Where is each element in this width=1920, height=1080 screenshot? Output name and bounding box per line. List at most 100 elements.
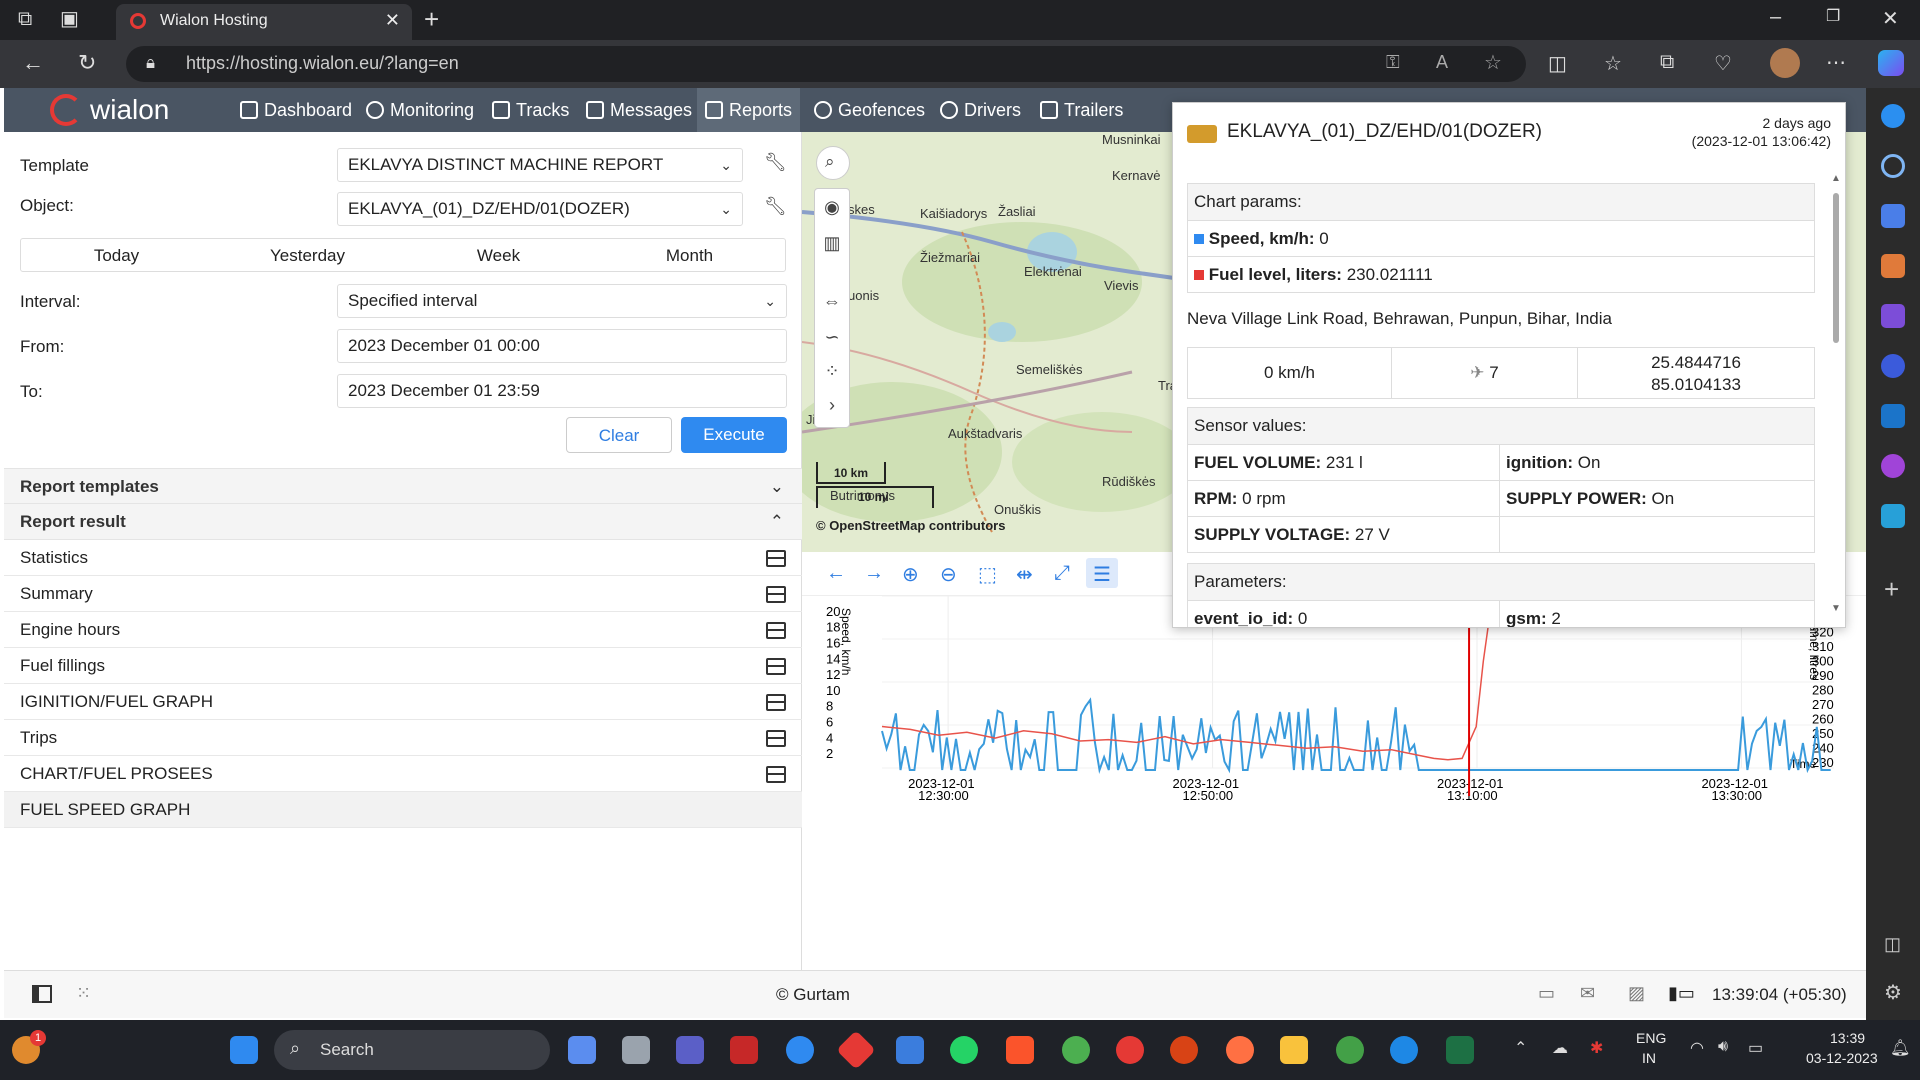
teams-icon[interactable] — [676, 1036, 704, 1064]
lang-top[interactable]: ENG — [1636, 1030, 1666, 1046]
nav-drivers[interactable]: Drivers — [932, 88, 1029, 132]
edge-icon[interactable] — [1390, 1036, 1418, 1064]
zoom-out-icon[interactable]: ⊖ — [940, 562, 957, 587]
excel-icon[interactable] — [1446, 1036, 1474, 1064]
route-icon[interactable]: ∽ — [817, 327, 847, 348]
map-layers-icon[interactable]: ▥ — [817, 233, 847, 254]
lang-bottom[interactable]: IN — [1642, 1050, 1656, 1066]
nav-monitoring[interactable]: Monitoring — [358, 88, 482, 132]
layout-icon[interactable]: ▮▭ — [1668, 983, 1695, 1004]
tray-app-icon[interactable]: ✱ — [1590, 1038, 1603, 1058]
key-icon[interactable]: ⚿ — [1386, 52, 1400, 73]
arrow-right-icon[interactable]: → — [864, 562, 884, 585]
result-engine-hours[interactable]: Engine hours — [4, 612, 802, 648]
opera-gx-icon[interactable] — [1170, 1036, 1198, 1064]
table-icon[interactable] — [766, 658, 786, 675]
period-yesterday[interactable]: Yesterday — [212, 239, 403, 273]
expand-right-icon[interactable]: › — [817, 395, 847, 416]
copilot-icon[interactable] — [1878, 50, 1904, 76]
result-summary[interactable]: Summary — [4, 576, 802, 612]
period-today[interactable]: Today — [21, 239, 212, 273]
tray-chevron-icon[interactable]: ⌃ — [1514, 1038, 1527, 1058]
maximize-icon[interactable]: ❐ — [1826, 6, 1840, 26]
nav-dashboard[interactable]: Dashboard — [232, 88, 360, 132]
nodes-icon[interactable]: ⁘ — [817, 361, 847, 382]
send-icon[interactable] — [1881, 504, 1905, 528]
profile-avatar[interactable] — [1770, 48, 1800, 78]
eye-icon[interactable]: ◉ — [817, 197, 847, 218]
mail-icon[interactable]: ✉ — [1580, 983, 1595, 1004]
back-icon[interactable]: ← — [22, 50, 44, 76]
template-wrench-icon[interactable]: 🔧︎ — [764, 152, 787, 173]
nav-tracks[interactable]: Tracks — [484, 88, 577, 132]
result-ignition-fuel-graph[interactable]: IGINITION/FUEL GRAPH — [4, 684, 802, 720]
result-fuel-fillings[interactable]: Fuel fillings — [4, 648, 802, 684]
briefcase-icon[interactable] — [1881, 254, 1905, 278]
read-aloud-icon[interactable]: A — [1436, 52, 1448, 73]
zoom-x-icon[interactable]: ⇹ — [1016, 562, 1033, 587]
interval-select[interactable]: Specified interval ⌄ — [337, 284, 787, 318]
nav-geofences[interactable]: Geofences — [806, 88, 933, 132]
file-explorer-icon[interactable] — [1280, 1036, 1308, 1064]
help-icon[interactable] — [786, 1036, 814, 1064]
anydesk-icon[interactable] — [836, 1030, 876, 1070]
tab-actions-icon[interactable]: ▣ — [60, 6, 79, 31]
windows-start-icon[interactable] — [230, 1036, 258, 1064]
chart-area[interactable]: Speed, km/hFuel level, liters24681012141… — [802, 596, 1866, 970]
new-tab-icon[interactable]: + — [424, 4, 439, 35]
games-icon[interactable] — [1881, 304, 1905, 328]
ruler-icon[interactable]: ⇔ — [817, 291, 847, 312]
hide-sidebar-icon[interactable]: ◫ — [1884, 934, 1901, 955]
taskbar-time[interactable]: 13:39 — [1830, 1030, 1865, 1046]
wifi-icon[interactable]: ◠ — [1690, 1038, 1704, 1058]
report-templates-header[interactable]: Report templates ⌄ — [4, 468, 802, 504]
nav-reports[interactable]: Reports — [697, 88, 801, 132]
period-week[interactable]: Week — [403, 239, 594, 273]
table-icon[interactable] — [766, 730, 786, 747]
table-icon[interactable] — [766, 622, 786, 639]
table-icon[interactable] — [766, 586, 786, 603]
object-wrench-icon[interactable]: 🔧︎ — [764, 196, 787, 217]
result-chart-fuel-prosees[interactable]: CHART/FUEL PROSEES — [4, 756, 802, 792]
result-trips[interactable]: Trips — [4, 720, 802, 756]
app-leaf-icon[interactable] — [1336, 1036, 1364, 1064]
opera-icon[interactable] — [1116, 1036, 1144, 1064]
close-window-icon[interactable]: ✕ — [1882, 6, 1899, 31]
zoom-select-icon[interactable]: ⬚ — [978, 562, 997, 587]
taskbar-date[interactable]: 03-12-2023 — [1806, 1050, 1878, 1066]
collections-icon[interactable]: ⧉ — [1660, 51, 1674, 74]
card-icon[interactable]: ▭ — [1538, 983, 1555, 1004]
list-view-icon[interactable]: ☰ — [1086, 558, 1118, 588]
popup-scrollbar[interactable]: ▲ ▼ — [1831, 173, 1841, 617]
report-result-header[interactable]: Report result ⌃ — [4, 504, 802, 540]
fit-icon[interactable]: ⤢ — [1054, 562, 1070, 585]
close-tab-icon[interactable]: ✕ — [385, 10, 400, 31]
refresh-icon[interactable]: ↻ — [78, 50, 96, 76]
scroll-down-icon[interactable]: ▼ — [1831, 603, 1841, 614]
execute-button[interactable]: Execute — [681, 417, 787, 453]
firefox-icon[interactable] — [1226, 1036, 1254, 1064]
nav-messages[interactable]: Messages — [578, 88, 700, 132]
grid-view-icon[interactable]: ⁙ — [76, 983, 91, 1004]
from-input[interactable]: 2023 December 01 00:00 — [337, 329, 787, 363]
result-statistics[interactable]: Statistics — [4, 540, 802, 576]
taskbar-search[interactable]: ⌕ Search — [274, 1030, 550, 1070]
split-screen-icon[interactable]: ◫ — [1548, 51, 1567, 76]
minimize-icon[interactable]: – — [1770, 6, 1781, 29]
url-field[interactable]: 🔒︎ https://hosting.wialon.eu/?lang=en ⚿ … — [126, 46, 1526, 82]
tag-icon[interactable] — [1881, 204, 1905, 228]
panel-toggle-icon[interactable] — [32, 985, 52, 1003]
workspaces-icon[interactable]: ⧉ — [18, 8, 32, 31]
template-select[interactable]: EKLAVYA DISTINCT MACHINE REPORT ⌄ — [337, 148, 743, 182]
notification-bell-icon[interactable]: 🔔︎ — [1890, 1038, 1910, 1058]
to-input[interactable]: 2023 December 01 23:59 — [337, 374, 787, 408]
favorites-icon[interactable]: ☆ — [1604, 51, 1622, 76]
copilot-sidebar-icon[interactable] — [1881, 354, 1905, 378]
map-search-button[interactable]: ⌕ — [816, 146, 850, 180]
zoom-in-icon[interactable]: ⊕ — [902, 562, 919, 587]
period-month[interactable]: Month — [594, 239, 785, 273]
task-view-icon[interactable] — [622, 1036, 650, 1064]
image-icon[interactable]: ▨ — [1628, 983, 1645, 1004]
health-icon[interactable]: ♡ — [1714, 51, 1732, 76]
onedrive-icon[interactable]: ☁ — [1552, 1038, 1568, 1058]
